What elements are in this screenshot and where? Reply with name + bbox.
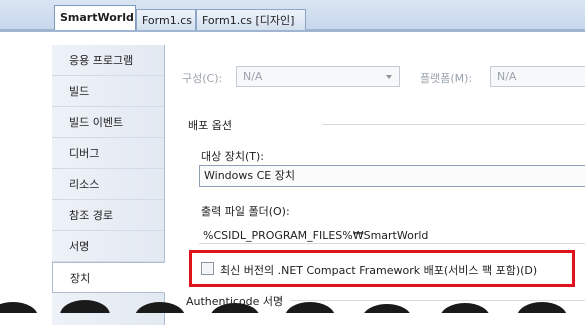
output-folder-label: 출력 파일 폴더(O): xyxy=(201,205,290,218)
nav-item-debug[interactable]: 디버그 xyxy=(52,138,164,169)
output-folder-underline xyxy=(199,243,585,244)
config-label: 구성(C): xyxy=(182,72,223,85)
properties-nav: 응용 프로그램 빌드 빌드 이벤트 디버그 리소스 참조 경로 서명 장치 xyxy=(52,45,165,325)
bottom-decoration xyxy=(0,296,585,313)
nav-item-application[interactable]: 응용 프로그램 xyxy=(52,45,164,76)
deploy-cf-checkbox-label[interactable]: 최신 버전의 .NET Compact Framework 배포(서비스 팩 포… xyxy=(220,262,537,278)
nav-item-signing[interactable]: 서명 xyxy=(52,231,164,262)
decoration-shape xyxy=(517,302,567,313)
config-dropdown-value: N/A xyxy=(243,70,263,83)
output-folder-value[interactable]: %CSIDL_PROGRAM_FILES%₩SmartWorld xyxy=(203,229,428,242)
decoration-shape xyxy=(0,302,38,313)
nav-item-resources[interactable]: 리소스 xyxy=(52,169,164,200)
platform-label: 플랫폼(M): xyxy=(420,72,473,85)
chevron-down-icon xyxy=(386,75,392,79)
tab-form1-cs[interactable]: Form1.cs xyxy=(136,9,196,30)
config-dropdown[interactable]: N/A xyxy=(236,66,400,87)
platform-dropdown[interactable]: N/A xyxy=(490,66,585,87)
nav-item-build-events[interactable]: 빌드 이벤트 xyxy=(52,107,164,138)
nav-item-reference-paths[interactable]: 참조 경로 xyxy=(52,200,164,231)
decoration-shape xyxy=(440,303,490,313)
decoration-shape xyxy=(362,304,412,313)
nav-item-build[interactable]: 빌드 xyxy=(52,76,164,107)
deploy-options-divider xyxy=(322,124,585,125)
deploy-options-group-label: 배포 옵션 xyxy=(188,119,232,132)
tab-form1-designer[interactable]: Form1.cs [디자인] xyxy=(196,9,306,30)
nav-item-devices[interactable]: 장치 xyxy=(52,262,165,293)
tab-smartworld[interactable]: SmartWorld xyxy=(54,5,136,30)
decoration-shape xyxy=(60,300,110,313)
decoration-shape xyxy=(135,302,185,313)
document-tab-strip: SmartWorld Form1.cs Form1.cs [디자인] xyxy=(0,0,585,32)
deploy-cf-checkbox[interactable] xyxy=(201,262,214,275)
decoration-shape xyxy=(285,302,335,313)
target-device-label: 대상 장치(T): xyxy=(201,150,264,163)
target-device-dropdown[interactable]: Windows CE 장치 xyxy=(199,165,585,187)
platform-dropdown-value: N/A xyxy=(497,70,517,83)
decoration-shape xyxy=(210,303,260,313)
